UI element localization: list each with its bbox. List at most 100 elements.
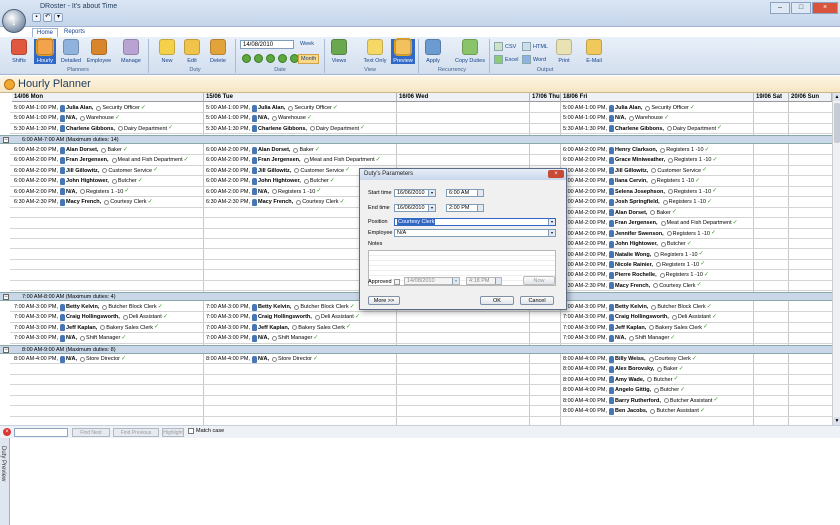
- duty-entry[interactable]: 6:00 AM-2:00 PM, John Hightower, Butcher ✓: [563, 239, 693, 249]
- duty-entry[interactable]: 6:00 AM-2:00 PM, Fran Jergensen, Meat and …: [206, 155, 382, 165]
- duty-entry[interactable]: 7:00 AM-3:00 PM, Craig Hollingsworth, Deli…: [563, 312, 718, 322]
- application-menu-button[interactable]: ↓: [2, 9, 26, 33]
- preview-button[interactable]: Preview: [391, 38, 415, 64]
- duty-entry[interactable]: 8:00 AM-4:00 PM, Amy Wade, Butcher ✓: [563, 375, 679, 385]
- duty-entry[interactable]: 6:00 AM-2:00 PM, N/A, Registers 1 -10 ✓: [14, 187, 130, 197]
- duty-entry[interactable]: 7:00 AM-3:00 PM, Betty Kelvin, Butcher Blo…: [206, 302, 356, 312]
- close-window-button[interactable]: ×: [812, 2, 838, 14]
- duty-entry[interactable]: 5:00 AM-1:00 PM, Julia Alan, Security Offi…: [14, 103, 147, 113]
- spinner-icon[interactable]: [495, 278, 501, 284]
- duty-entry[interactable]: 6:00 AM-2:00 PM, Pierre Rochelle, Register…: [563, 270, 710, 280]
- day-header-thu[interactable]: 17/06 Thu: [530, 93, 561, 102]
- start-date-field[interactable]: 16/06/2010 ▾: [394, 189, 436, 197]
- duty-entry[interactable]: 8:00 AM-4:00 PM, Alex Borovsky, Baker ✓: [563, 364, 685, 374]
- match-case-checkbox[interactable]: Match case: [188, 428, 224, 434]
- minimize-button[interactable]: –: [770, 2, 790, 14]
- start-time-field[interactable]: 6:00 AM: [446, 189, 484, 197]
- shifts-button[interactable]: Shifts: [8, 39, 30, 64]
- duty-entry[interactable]: 5:00 AM-1:00 PM, Julia Alan, Security Offi…: [563, 103, 696, 113]
- spinner-icon[interactable]: [477, 190, 483, 196]
- close-find-icon[interactable]: ×: [3, 428, 11, 436]
- scroll-down-icon[interactable]: ▼: [833, 417, 840, 425]
- duty-entry[interactable]: 7:00 AM-3:00 PM, Betty Kelvin, Butcher Blo…: [14, 302, 164, 312]
- qat-dropdown-icon[interactable]: ▾: [54, 13, 63, 22]
- duty-entry[interactable]: 8:00 AM-4:00 PM, Angelo Gittig, Butcher ✓: [563, 385, 686, 395]
- duty-entry[interactable]: 6:00 AM-2:00 PM, Josh Springfield, Registe…: [563, 197, 713, 207]
- duty-entry[interactable]: 7:00 AM-3:00 PM, Jeff Kaplan, Bakery Sales…: [206, 323, 352, 333]
- chevron-down-icon[interactable]: ▾: [548, 230, 555, 236]
- duty-entry[interactable]: 6:00 AM-2:00 PM, Fran Jergensen, Meat and …: [14, 155, 190, 165]
- duty-entry[interactable]: 7:00 AM-3:00 PM, Jeff Kaplan, Bakery Sales…: [14, 323, 160, 333]
- day-header-fri[interactable]: 18/06 Fri: [561, 93, 754, 102]
- day-header-tue[interactable]: 15/06 Tue: [204, 93, 397, 102]
- duty-entry[interactable]: 5:00 AM-1:00 PM, N/A, Warehouse ✓: [563, 113, 670, 123]
- scroll-thumb[interactable]: [834, 103, 840, 143]
- duty-entry[interactable]: 6:00 AM-2:00 PM, Natalie Wong, Registers 1…: [563, 250, 705, 260]
- maximize-button[interactable]: □: [791, 2, 811, 14]
- excel-button[interactable]: Excel: [494, 55, 518, 64]
- edit-duty-button[interactable]: Edit: [181, 39, 203, 64]
- approved-date-field[interactable]: 14/08/2010 ▾: [404, 277, 460, 285]
- duty-entry[interactable]: 6:00 AM-2:00 PM, N/A, Registers 1 -10 ✓: [206, 187, 322, 197]
- vertical-scrollbar[interactable]: ▲ ▼: [832, 93, 840, 425]
- qat-save-icon[interactable]: ▪: [32, 13, 41, 22]
- duty-entry[interactable]: 7:00 AM-3:00 PM, Betty Kelvin, Butcher Blo…: [563, 302, 713, 312]
- day-header-sun[interactable]: 20/06 Sun: [789, 93, 832, 102]
- dialog-close-button[interactable]: ×: [548, 170, 564, 178]
- chevron-down-icon[interactable]: ▾: [452, 278, 459, 284]
- find-previous-button[interactable]: Find Previous: [113, 428, 159, 437]
- duty-entry[interactable]: 8:00 AM-4:00 PM, N/A, Store Director ✓: [206, 354, 319, 364]
- duty-entry[interactable]: 6:00 AM-2:00 PM, Grace Miniweather, Regist…: [563, 155, 718, 165]
- copy-duties-button[interactable]: Copy Duties: [454, 39, 486, 64]
- duty-entry[interactable]: 6:00 AM-2:00 PM, Selena Josephson, Registe…: [563, 187, 718, 197]
- duty-entry[interactable]: 6:00 AM-2:00 PM, Alan Dorset, Baker ✓: [563, 208, 678, 218]
- employee-button[interactable]: Employee: [87, 39, 111, 64]
- email-button[interactable]: E-Mail: [581, 39, 607, 64]
- duty-entry[interactable]: 6:00 AM-2:00 PM, Fran Jergensen, Meat and …: [563, 218, 739, 228]
- manage-button[interactable]: Manage: [120, 39, 142, 64]
- now-button[interactable]: Now: [523, 276, 555, 285]
- duty-entry[interactable]: 7:00 AM-3:00 PM, Craig Hollingsworth, Deli…: [14, 312, 169, 322]
- nav-prev-icon[interactable]: [254, 54, 263, 63]
- position-select[interactable]: Courtesy Clerk ▾: [394, 218, 556, 226]
- new-duty-button[interactable]: New: [156, 39, 178, 64]
- duty-entry[interactable]: 6:00 AM-2:00 PM, Ilana Cervin, Registers 1…: [563, 176, 701, 186]
- date-picker[interactable]: 14/08/2010: [240, 40, 294, 49]
- html-button[interactable]: HTML: [522, 42, 548, 51]
- week-view-button[interactable]: Week: [300, 41, 314, 47]
- nav-next-icon[interactable]: [278, 54, 287, 63]
- duty-entry[interactable]: 6:00 AM-2:00 PM, John Hightower, Butcher ✓: [206, 176, 336, 186]
- duty-entry[interactable]: 7:00 AM-3:00 PM, Jeff Kaplan, Bakery Sales…: [563, 323, 709, 333]
- time-group-row[interactable]: −6:00 AM-7:00 AM (Maximum duties: 14): [0, 135, 840, 144]
- duty-entry[interactable]: 5:00 AM-1:00 PM, N/A, Warehouse ✓: [14, 113, 121, 123]
- scroll-up-icon[interactable]: ▲: [833, 93, 840, 101]
- duty-entry[interactable]: 7:00 AM-3:00 PM, N/A, Shift Manager ✓: [14, 333, 127, 343]
- time-group-row[interactable]: −8:00 AM-9:00 AM (Maximum duties: 8): [0, 345, 840, 354]
- duty-entry[interactable]: 5:30 AM-1:30 PM, Charlene Gibbons, Dairy D…: [206, 124, 366, 134]
- word-button[interactable]: Word: [522, 55, 546, 64]
- approved-time-field[interactable]: 4:18 PM: [466, 277, 502, 285]
- delete-duty-button[interactable]: Delete: [207, 39, 229, 64]
- spinner-icon[interactable]: [477, 205, 483, 211]
- chevron-down-icon[interactable]: ▾: [428, 205, 435, 211]
- chevron-down-icon[interactable]: ▾: [548, 219, 555, 225]
- duty-entry[interactable]: 6:00 AM-2:00 PM, Jennifer Swenson, Registe…: [563, 229, 717, 239]
- duty-entry[interactable]: 5:00 AM-1:00 PM, Julia Alan, Security Offi…: [206, 103, 339, 113]
- text-only-button[interactable]: Text Only: [362, 39, 388, 64]
- chevron-down-icon[interactable]: ▾: [428, 190, 435, 196]
- duty-entry[interactable]: 6:00 AM-2:00 PM, Alan Dorset, Baker ✓: [14, 145, 129, 155]
- duty-entry[interactable]: 6:00 AM-2:00 PM, Jill Gillowitz, Customer …: [206, 166, 351, 176]
- find-input[interactable]: [14, 428, 68, 437]
- detailed-button[interactable]: Detailed: [60, 39, 82, 64]
- duty-entry[interactable]: 6:00 AM-2:00 PM, John Hightower, Butcher ✓: [14, 176, 144, 186]
- end-time-field[interactable]: 2:00 PM: [446, 204, 484, 212]
- end-date-field[interactable]: 16/06/2010 ▾: [394, 204, 436, 212]
- duty-entry[interactable]: 7:00 AM-3:00 PM, N/A, Shift Manager ✓: [206, 333, 319, 343]
- csv-button[interactable]: CSV: [494, 42, 516, 51]
- month-view-button[interactable]: Month: [298, 54, 320, 64]
- duty-entry[interactable]: 8:00 AM-4:00 PM, Ben Jacobs, Butcher Assis…: [563, 406, 706, 416]
- duty-entry[interactable]: 8:00 AM-4:00 PM, Billy Weiss, Courtesy Cle…: [563, 354, 698, 364]
- hourly-button[interactable]: Hourly: [34, 38, 56, 64]
- duty-entry[interactable]: 6:00 AM-2:00 PM, Henry Clarkson, Registers…: [563, 145, 711, 155]
- duty-entry[interactable]: 6:30 AM-2:30 PM, Macy French, Courtesy Cle…: [14, 197, 154, 207]
